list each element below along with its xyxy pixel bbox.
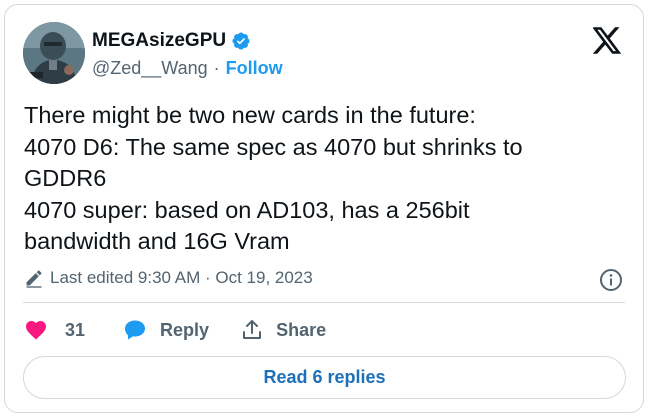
tweet-line: 4070 D6: The same spec as 4070 but shrin… [24,133,523,160]
follow-button[interactable]: Follow [226,58,283,79]
share-label: Share [276,319,327,340]
display-name[interactable]: MEGAsizeGPU [92,30,226,52]
reply-bubble-icon [125,320,146,340]
handle-row: @Zed__Wang · Follow [92,58,283,79]
divider [23,302,625,303]
share-button[interactable]: Share [240,318,326,342]
read-replies-label: Read 6 replies [263,367,386,387]
handle[interactable]: @Zed__Wang [92,58,208,79]
read-replies-button[interactable]: Read 6 replies [23,356,626,399]
edited-timestamp[interactable]: Last edited 9:30 AM · Oct 19, 2023 [24,268,313,288]
separator-dot: · [213,58,220,78]
tweet-line: bandwidth and 16G Vram [24,228,290,254]
tweet-text: There might be two new cards in the futu… [24,100,624,258]
tweet-line: There might be two new cards in the futu… [24,102,476,128]
heart-icon [26,321,46,340]
like-count: 31 [65,319,86,340]
reply-label: Reply [160,319,210,340]
avatar[interactable] [23,22,85,84]
like-button[interactable]: 31 [24,318,123,342]
info-icon[interactable] [599,268,623,292]
share-icon [243,320,262,339]
tweet-line: 4070 super: based on AD103, has a 256bit [24,196,470,223]
avatar-image [23,22,85,84]
x-logo-icon[interactable] [593,27,622,54]
edited-text: Last edited 9:30 AM · Oct 19, 2023 [50,268,313,287]
tweet-card: MEGAsizeGPU @Zed__Wang · Follow There mi… [4,4,644,413]
verified-badge-icon [232,32,250,50]
action-bar: 31 Reply Share [24,318,326,342]
reply-button[interactable]: Reply [123,318,240,342]
pencil-icon [26,270,42,288]
tweet-line: GDDR6 [24,165,107,191]
author-name-row: MEGAsizeGPU [92,30,251,52]
